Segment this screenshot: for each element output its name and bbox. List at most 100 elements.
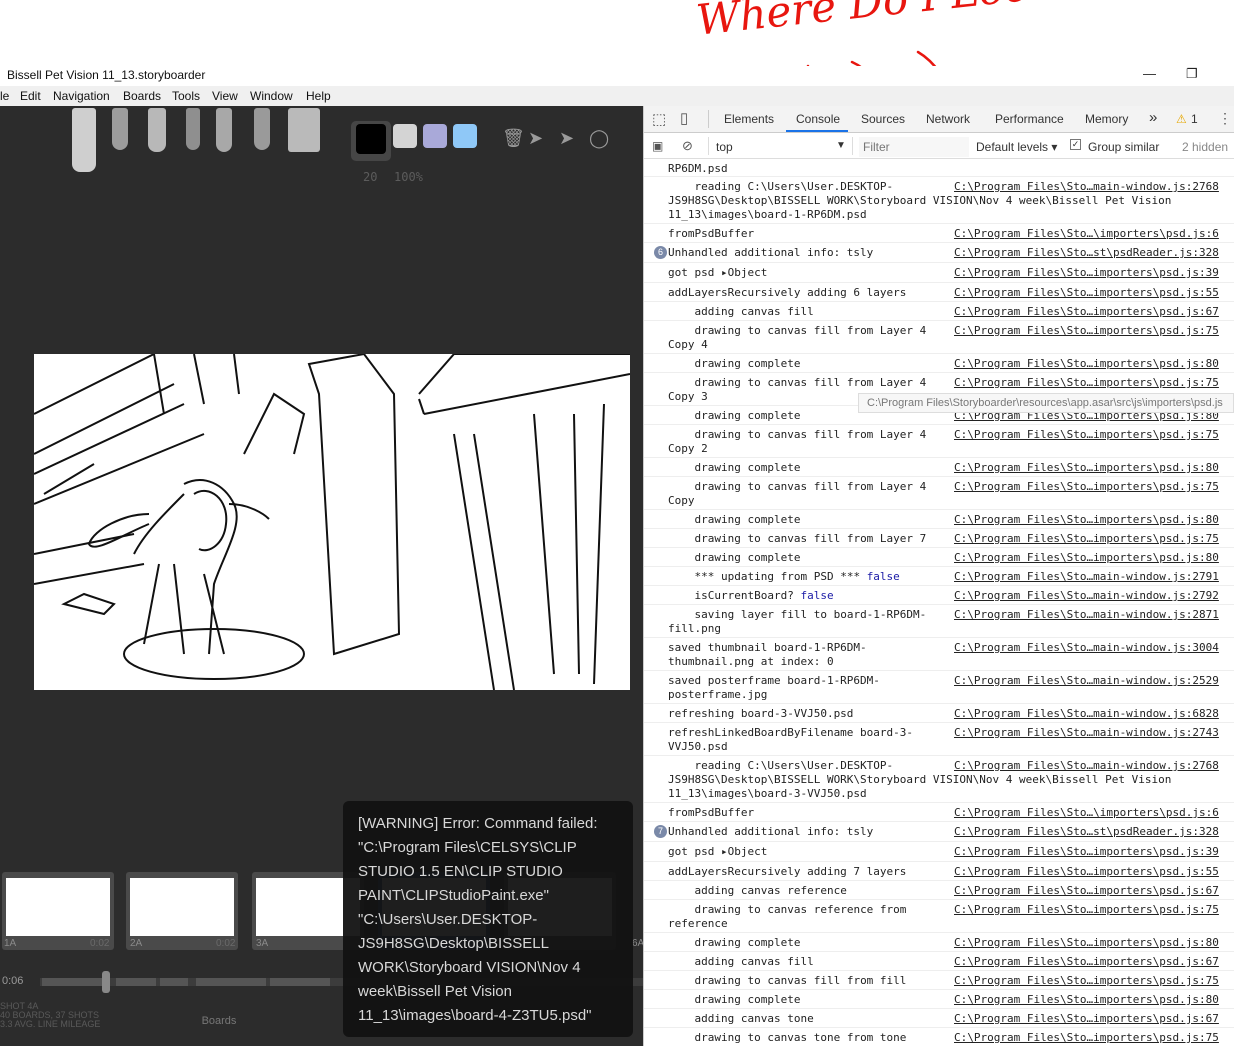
menu-window[interactable]: Window <box>250 89 293 103</box>
menu-boards[interactable]: Boards <box>123 89 161 103</box>
console-source-link[interactable]: C:\Program Files\Sto…importers\psd.js:55 <box>954 286 1234 300</box>
sidebar-toggle-icon[interactable]: ▣ <box>652 139 663 153</box>
console-source-link[interactable]: C:\Program Files\Sto…importers\psd.js:67 <box>954 884 1234 898</box>
console-message: drawing complete <box>668 357 801 370</box>
console-message: drawing to canvas fill from fill <box>668 974 907 987</box>
console-message: fromPsdBuffer <box>668 806 755 819</box>
more-tabs-button[interactable]: » <box>1149 109 1157 126</box>
console-source-link[interactable]: C:\Program Files\Sto…main-window.js:3004 <box>954 641 1234 655</box>
console-message: isCurrentBoard? false <box>668 589 834 602</box>
console-source-link[interactable]: C:\Program Files\Sto…\importers\psd.js:6 <box>954 806 1234 820</box>
group-similar-checkbox[interactable]: ✓ <box>1070 139 1081 150</box>
light-pencil-tool[interactable] <box>72 108 96 172</box>
console-message: drawing to canvas fill from Layer 4 Copy… <box>668 324 927 351</box>
console-source-link[interactable]: C:\Program Files\Sto…main-window.js:2791 <box>954 570 1234 584</box>
console-filter-input[interactable] <box>859 137 969 157</box>
console-source-link[interactable]: C:\Program Files\Sto…main-window.js:2743 <box>954 726 1234 740</box>
console-source-link[interactable]: C:\Program Files\Sto…\importers\psd.js:6 <box>954 227 1234 241</box>
tab-console[interactable]: Console <box>796 112 840 126</box>
console-entry: reading C:\Users\User.DESKTOP- JS9H8SG\D… <box>644 756 1234 803</box>
console-source-link[interactable]: C:\Program Files\Sto…st\psdReader.js:328 <box>954 246 1234 260</box>
eraser-tool[interactable] <box>288 108 320 152</box>
console-source-link[interactable]: C:\Program Files\Sto…importers\psd.js:75 <box>954 376 1234 390</box>
console-source-link[interactable]: C:\Program Files\Sto…importers\psd.js:75 <box>954 480 1234 494</box>
maximize-button[interactable]: ❐ <box>1186 66 1198 82</box>
console-entry: drawing to canvas fill from Layer 7 C:\Pr… <box>644 529 1234 548</box>
note-pen-tool[interactable] <box>216 108 232 152</box>
menu-tools[interactable]: Tools <box>172 89 200 103</box>
pencil-tool[interactable] <box>112 108 128 150</box>
console-message: saved posterframe board-1-RP6DM- posterf… <box>668 674 880 701</box>
tab-elements[interactable]: Elements <box>724 112 774 126</box>
brush-tool[interactable] <box>186 108 200 150</box>
console-source-link[interactable]: C:\Program Files\Sto…main-window.js:6828 <box>954 707 1234 721</box>
console-entry: drawing complete C:\Program Files\Sto…imp… <box>644 990 1234 1009</box>
pen-tool[interactable] <box>148 108 166 152</box>
console-source-link[interactable]: C:\Program Files\Sto…importers\psd.js:80 <box>954 461 1234 475</box>
console-source-link[interactable]: C:\Program Files\Sto…importers\psd.js:75 <box>954 428 1234 442</box>
console-source-link[interactable]: C:\Program Files\Sto…st\psdReader.js:328 <box>954 825 1234 839</box>
timeline-playhead[interactable] <box>102 971 111 993</box>
console-message: drawing to canvas tone from tone <box>668 1031 907 1044</box>
thumbnail-label: 3A <box>256 938 269 949</box>
trash-icon[interactable]: 🗑 <box>502 128 525 149</box>
tab-performance[interactable]: Performance <box>995 112 1064 126</box>
tab-network[interactable]: Network <box>926 112 970 126</box>
menu-navigation[interactable]: Navigation <box>53 89 110 103</box>
tab-sources[interactable]: Sources <box>861 112 905 126</box>
console-source-link[interactable]: C:\Program Files\Sto…main-window.js:2792 <box>954 589 1234 603</box>
boards-button[interactable]: Boards <box>196 1012 242 1032</box>
console-source-link[interactable]: C:\Program Files\Sto…importers\psd.js:80 <box>954 513 1234 527</box>
drawing-canvas[interactable] <box>33 352 631 691</box>
console-source-link[interactable]: C:\Program Files\Sto…importers\psd.js:75 <box>954 1031 1234 1045</box>
console-source-link[interactable]: C:\Program Files\Sto…importers\psd.js:80 <box>954 357 1234 371</box>
menu-dots-icon[interactable]: ⋮ <box>1218 110 1232 127</box>
clear-console-icon[interactable]: ⊘ <box>682 138 693 154</box>
console-message: drawing to canvas reference from referen… <box>668 903 907 930</box>
console-source-link[interactable]: C:\Program Files\Sto…main-window.js:2768 <box>954 180 1234 194</box>
inspect-icon[interactable]: ⬚ <box>652 110 666 128</box>
color-swatch-lavender[interactable] <box>423 124 447 148</box>
move-icon[interactable]: ➤ <box>528 128 543 149</box>
menu-help[interactable]: Help <box>306 89 331 103</box>
console-entry: drawing to canvas fill from Layer 4 Copy… <box>644 321 1234 354</box>
menu-edit[interactable]: Edit <box>20 89 41 103</box>
console-source-link[interactable]: C:\Program Files\Sto…importers\psd.js:75 <box>954 324 1234 338</box>
console-source-link[interactable]: C:\Program Files\Sto…main-window.js:2768 <box>954 759 1234 773</box>
minimize-button[interactable]: — <box>1143 66 1156 81</box>
color-swatch-black[interactable] <box>356 124 386 154</box>
console-source-link[interactable]: C:\Program Files\Sto…main-window.js:2871 <box>954 608 1234 622</box>
menu-file[interactable]: le <box>0 89 9 103</box>
warning-icon[interactable]: ⚠ <box>1176 112 1187 126</box>
console-source-link[interactable]: C:\Program Files\Sto…importers\psd.js:55 <box>954 865 1234 879</box>
console-source-link[interactable]: C:\Program Files\Sto…importers\psd.js:67 <box>954 955 1234 969</box>
device-toolbar-icon[interactable]: ▯ <box>680 109 688 127</box>
scale-icon[interactable]: ➤ <box>559 128 574 149</box>
context-selector[interactable]: top <box>716 140 733 154</box>
console-source-link[interactable]: C:\Program Files\Sto…importers\psd.js:80 <box>954 551 1234 565</box>
console-source-link[interactable]: C:\Program Files\Sto…importers\psd.js:75 <box>954 974 1234 988</box>
lasso-icon[interactable]: ◯ <box>589 128 609 149</box>
console-message: addLayersRecursively adding 7 layers <box>668 865 907 878</box>
tab-memory[interactable]: Memory <box>1085 112 1128 126</box>
console-message: refreshLinkedBoardByFilename board-3- VV… <box>668 726 914 753</box>
color-swatch-blue[interactable] <box>453 124 477 148</box>
console-source-link[interactable]: C:\Program Files\Sto…importers\psd.js:39 <box>954 266 1234 280</box>
console-source-link[interactable]: C:\Program Files\Sto…importers\psd.js:80 <box>954 936 1234 950</box>
console-source-link[interactable]: C:\Program Files\Sto…importers\psd.js:39 <box>954 845 1234 859</box>
console-source-link[interactable]: C:\Program Files\Sto…importers\psd.js:75 <box>954 532 1234 546</box>
context-dropdown-icon[interactable]: ▼ <box>836 140 846 151</box>
menu-view[interactable]: View <box>212 89 238 103</box>
color-swatch-gray[interactable] <box>393 124 417 148</box>
console-source-link[interactable]: C:\Program Files\Sto…importers\psd.js:67 <box>954 1012 1234 1026</box>
console-source-link[interactable]: C:\Program Files\Sto…importers\psd.js:75 <box>954 903 1234 917</box>
console-entry: 7 Unhandled additional info: tsly C:\Progr… <box>644 822 1234 842</box>
console-source-link[interactable]: C:\Program Files\Sto…importers\psd.js:80 <box>954 993 1234 1007</box>
console-source-link[interactable]: C:\Program Files\Sto…importers\psd.js:67 <box>954 305 1234 319</box>
console-entry: drawing to canvas tone from tone C:\Progr… <box>644 1028 1234 1046</box>
console-message: adding canvas tone <box>668 1012 814 1025</box>
log-levels-dropdown[interactable]: Default levels ▾ <box>976 140 1057 154</box>
line-mileage: 3.3 AVG. LINE MILEAGE <box>0 1019 101 1029</box>
console-source-link[interactable]: C:\Program Files\Sto…main-window.js:2529 <box>954 674 1234 688</box>
marker-tool[interactable] <box>254 108 270 150</box>
